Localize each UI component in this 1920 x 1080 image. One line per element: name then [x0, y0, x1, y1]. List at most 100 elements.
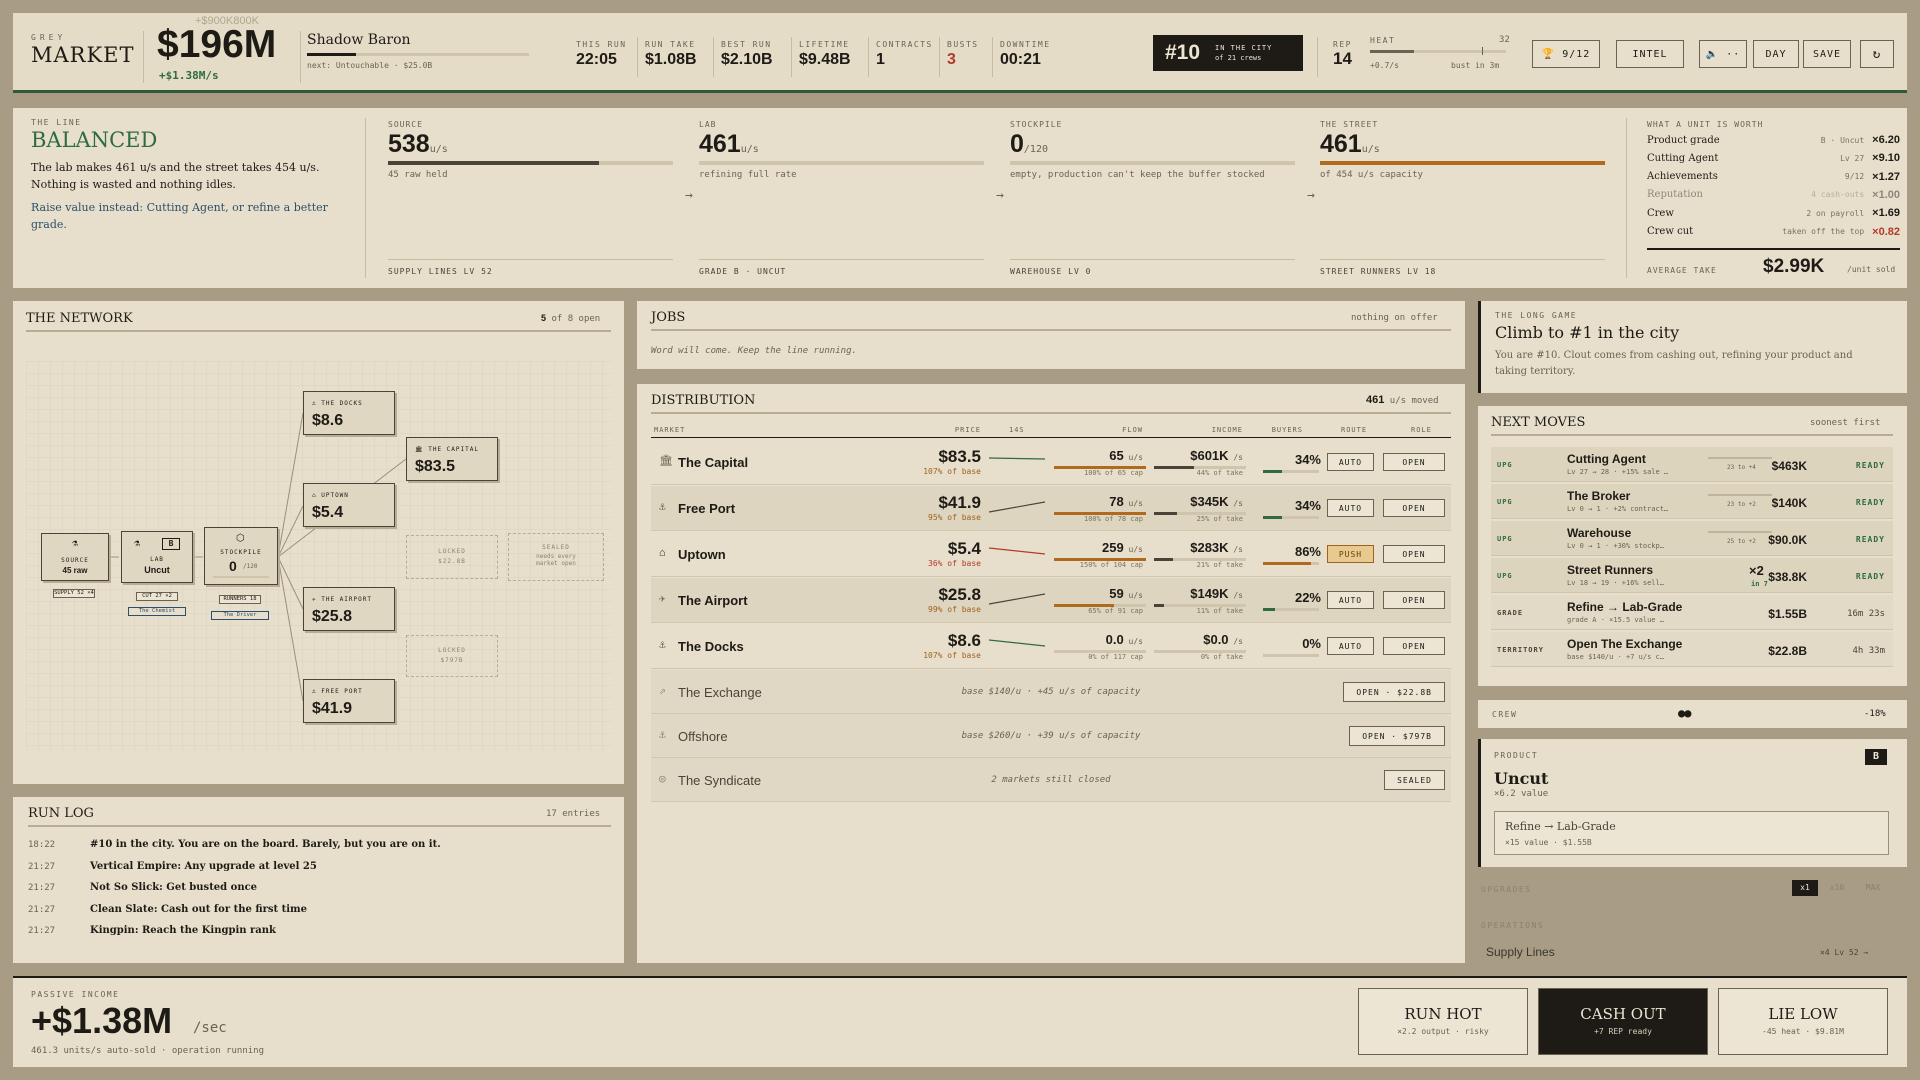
chemist-crew-button[interactable]: The Chemist	[128, 607, 186, 616]
lab-node[interactable]: ⚗ B LAB Uncut	[121, 531, 193, 583]
buyers-value: 0%	[1302, 636, 1321, 651]
jobs-title: JOBS	[651, 310, 686, 325]
next-move-row[interactable]: GRADE Refine → Lab-Grade grade A · ×15.5 v…	[1491, 595, 1893, 630]
runners-upgrade-button[interactable]: RUNNERS 18	[219, 595, 261, 604]
buy-x10-button[interactable]: x10	[1822, 880, 1852, 896]
market-icon: 🏛	[415, 446, 429, 453]
network-market-node[interactable]: ⚓ FREE PORT $41.9	[303, 679, 395, 723]
refine-cost: ×15 value · $1.55B	[1505, 838, 1592, 847]
intel-button[interactable]: INTEL	[1616, 40, 1684, 68]
log-entry: 21:27 Not So Slick: Get busted once	[28, 882, 257, 893]
cash-out-button[interactable]: CASH OUT +7 REP ready	[1538, 988, 1708, 1055]
line-col-foot: WAREHOUSE Lv 0	[1010, 267, 1092, 276]
run-hot-button[interactable]: RUN HOT ×2.2 output · risky	[1358, 988, 1528, 1055]
role-button[interactable]: OPEN	[1383, 499, 1445, 517]
line-col-label: THE STREET	[1320, 120, 1379, 129]
worth-meta: Lv 27	[1840, 153, 1865, 163]
arrow-right-icon: →	[1307, 188, 1315, 203]
market-flow: 0.0 u/s	[1105, 632, 1143, 647]
line-col-number: 0	[1010, 130, 1024, 158]
market-income: $601K /s	[1190, 448, 1243, 463]
log-time: 21:27	[28, 861, 56, 872]
city-rank-badge: #10 IN THE CITY of 21 crews	[1153, 35, 1303, 71]
sound-button[interactable]: 🔈 ··	[1699, 40, 1747, 68]
line-col-unit: u/s	[740, 144, 759, 155]
line-col-unit: u/s	[1361, 144, 1380, 155]
locked-market-slot[interactable]: LOCKED $797B	[406, 635, 498, 677]
unlock-button[interactable]: OPEN · $797B	[1349, 726, 1445, 746]
column-header: MARKET	[654, 426, 686, 434]
role-button[interactable]: OPEN	[1383, 545, 1445, 563]
market-node-price: $5.4	[312, 504, 344, 521]
log-time: 21:27	[28, 883, 56, 893]
flow-value: 0.0	[1105, 632, 1124, 647]
crew-panel[interactable]: CREW ●● -18%	[1478, 700, 1907, 728]
market-node-price: $25.8	[312, 608, 353, 625]
day-toggle-button[interactable]: DAY	[1753, 40, 1799, 68]
stockpile-node[interactable]: ⬡ STOCKPILE 0 /120	[204, 527, 278, 585]
save-button[interactable]: SAVE	[1803, 40, 1851, 68]
driver-crew-button[interactable]: The Driver	[211, 611, 269, 620]
unlock-button[interactable]: OPEN · $22.8B	[1343, 682, 1445, 702]
route-button[interactable]: PUSH	[1327, 545, 1374, 563]
upgrade-item-name[interactable]: Supply Lines	[1486, 945, 1555, 959]
network-market-node[interactable]: ✈ THE AIRPORT $25.8	[303, 587, 395, 631]
refine-button[interactable]: Refine → Lab-Grade ×15 value · $1.55B	[1494, 811, 1889, 855]
sealed-slot-label: SEALED	[542, 544, 570, 551]
next-move-row[interactable]: UPG Warehouse Lv 0 → 1 · +30% stockp… 25 to…	[1491, 521, 1893, 556]
route-button[interactable]: AUTO	[1327, 591, 1374, 609]
route-button[interactable]: AUTO	[1327, 499, 1374, 517]
worth-row: Reputation 4 cash-outs ×1.00	[1647, 189, 1900, 201]
line-col-foot: STREET RUNNERS Lv 18	[1320, 267, 1437, 276]
log-time: 18:22	[28, 840, 56, 850]
next-move-row[interactable]: UPG Street Runners Lv 18 → 19 · +16% sell……	[1491, 558, 1893, 593]
buy-x1-button[interactable]: x1	[1792, 880, 1818, 896]
next-move-row[interactable]: UPG The Broker Lv 0 → 1 · +2% contract… 23 …	[1491, 484, 1893, 519]
buy-max-button[interactable]: MAX	[1856, 880, 1890, 896]
market-row: ✈ The Airport $25.8 99% of base 59 u/s 65% of…	[651, 578, 1451, 623]
rep-label: REP	[1333, 40, 1352, 49]
line-col-value: 0/120	[1010, 130, 1048, 159]
role-button[interactable]: OPEN	[1383, 591, 1445, 609]
next-move-row[interactable]: UPG Cutting Agent Lv 27 → 28 · +15% sale ……	[1491, 447, 1893, 482]
line-col-unit: /120	[1023, 144, 1048, 155]
passive-income-unit: /sec	[193, 1020, 227, 1036]
locked-market-slot[interactable]: LOCKED $22.8B	[406, 535, 498, 579]
role-button[interactable]: OPEN	[1383, 453, 1445, 471]
move-name: Street Runners	[1567, 563, 1654, 577]
route-button[interactable]: AUTO	[1327, 637, 1374, 655]
network-market-node[interactable]: 🏛 THE CAPITAL $83.5	[406, 437, 498, 481]
column-header: 14S	[1009, 426, 1025, 434]
next-move-row[interactable]: TERRITORY Open The Exchange base $140/u · …	[1491, 632, 1893, 667]
buyers-value: 34%	[1294, 498, 1321, 513]
line-col-unit: u/s	[429, 144, 448, 155]
refresh-icon[interactable]: ↻	[1860, 40, 1894, 68]
source-node[interactable]: ⚗ SOURCE 45 raw	[41, 533, 109, 581]
flow-sub: 65% of 91 cap	[1088, 607, 1143, 615]
route-button[interactable]: AUTO	[1327, 453, 1374, 471]
worth-mult: ×1.00	[1872, 188, 1900, 201]
flow-value: 59	[1109, 586, 1124, 601]
move-status: READY	[1855, 572, 1885, 581]
market-income: $283K /s	[1190, 540, 1243, 555]
market-name: Uptown	[678, 547, 726, 562]
move-type: UPG	[1497, 461, 1513, 469]
line-col-bar	[1010, 161, 1295, 165]
lie-low-button[interactable]: LIE LOW -45 heat · $9.81M	[1718, 988, 1888, 1055]
beaker-icon: ⚗	[134, 538, 141, 549]
market-row: 🏛 The Capital $83.5 107% of base 65 u/s 100% …	[651, 440, 1451, 485]
passive-income-label: PASSIVE INCOME	[31, 990, 120, 999]
supply-upgrade-button[interactable]: SUPPLY 52 ×4	[53, 589, 95, 598]
unlock-button[interactable]: SEALED	[1384, 770, 1445, 790]
income-value: $283K	[1190, 540, 1229, 555]
cut-upgrade-button[interactable]: CUT 27 ×2	[136, 592, 178, 601]
network-market-node[interactable]: ⚓ THE DOCKS $8.6	[303, 391, 395, 435]
network-market-node[interactable]: ⌂ UPTOWN $5.4	[303, 483, 395, 527]
market-price: $83.5	[938, 447, 981, 466]
sealed-slot-req2: market open	[536, 560, 576, 567]
player-name: Shadow Baron	[307, 32, 411, 48]
worth-mult: ×9.10	[1872, 152, 1900, 165]
trophies-button[interactable]: 🏆 9/12	[1532, 40, 1600, 68]
worth-mult: ×1.69	[1872, 207, 1900, 220]
role-button[interactable]: OPEN	[1383, 637, 1445, 655]
